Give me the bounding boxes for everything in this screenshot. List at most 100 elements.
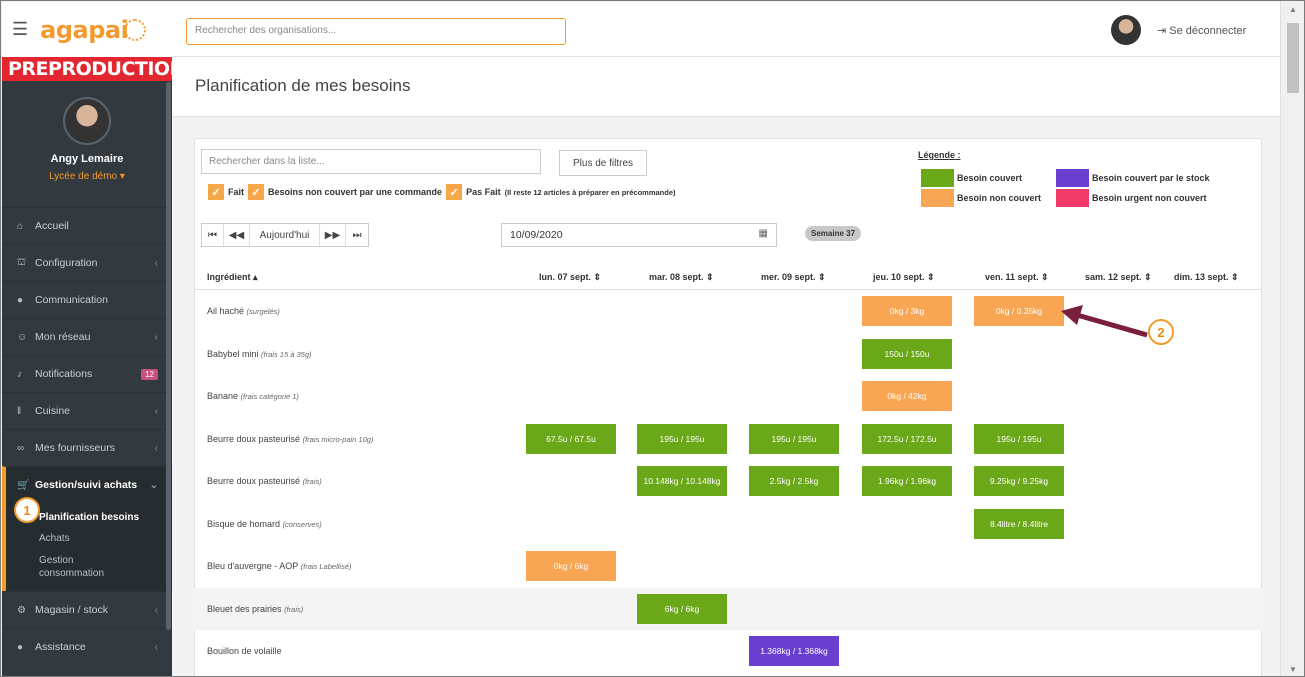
need-cell[interactable]: 0kg / 6kg [526, 551, 616, 581]
sidebar-item-bell[interactable]: ♪ Notifications 12 [2, 355, 172, 392]
sidebar-item-cutlery[interactable]: ‖ Cuisine ‹ [2, 392, 172, 429]
ingredient-name: Beurre doux pasteurisé (frais) [207, 476, 322, 486]
brand-bar: ☰ agapai [2, 2, 172, 57]
sidebar-subitem-achats[interactable]: Achats [6, 528, 172, 549]
scroll-up-icon[interactable]: ▲ [1289, 5, 1297, 14]
chevron-left-icon: ‹ [154, 604, 158, 616]
user-profile: Angy Lemaire Lycée de démo ▾ [2, 81, 172, 207]
column-header-day[interactable]: lun. 07 sept. ⇕ [539, 272, 601, 283]
hamburger-menu-icon[interactable]: ☰ [12, 19, 28, 40]
top-bar: Rechercher des organisations... ⇥ Se déc… [172, 2, 1280, 57]
ingredient-name: Beurre doux pasteurisé (frais micro-pain… [207, 433, 374, 444]
legend-swatch [921, 169, 954, 187]
sidebar-item-bottom[interactable]: ⚙ Magasin / stock ‹ [2, 591, 172, 628]
date-value: 10/09/2020 [510, 229, 563, 241]
need-cell[interactable]: 0kg / 0.35kg [974, 296, 1064, 326]
date-picker-input[interactable]: 10/09/2020 ▦ [501, 223, 777, 247]
checkbox-pas-fait[interactable]: ✓ [446, 184, 463, 200]
app-window: ☰ agapai PREPRODUCTION Angy Lemaire Lycé… [0, 0, 1305, 677]
need-cell[interactable]: 195u / 195u [749, 423, 839, 454]
sidebar-item-label: Configuration [35, 257, 98, 269]
chevron-down-icon: ⌄ [149, 479, 158, 491]
need-cell[interactable]: 150u / 150u [862, 338, 952, 369]
column-header-ingredient[interactable]: Ingrédient ▴ [207, 272, 258, 283]
sidebar-item-handshake[interactable]: ∞ Mes fournisseurs ‹ [2, 429, 172, 466]
app-logo[interactable]: agapai [40, 16, 129, 44]
checkbox-fait[interactable]: ✓ [208, 184, 224, 200]
sidebar-item-label: Mes fournisseurs [35, 442, 115, 454]
chat-icon: ● [17, 294, 24, 306]
sidebar-item-label: Mon réseau [35, 331, 91, 343]
table-row: Bouillon de volaille 1.368kg / 1.368kg [194, 630, 1262, 672]
column-header-day[interactable]: sam. 12 sept. ⇕ [1085, 272, 1152, 283]
scroll-down-icon[interactable]: ▼ [1289, 665, 1297, 674]
page-scrollbar[interactable]: ▲ ▼ [1280, 1, 1304, 676]
sidebar-item-label: Communication [35, 294, 108, 306]
bank-icon: ⛫ [17, 256, 27, 268]
previous-week-button[interactable]: ◀◀ [224, 224, 250, 246]
chevron-left-icon: ‹ [154, 257, 158, 269]
filter-label: Besoins non couvert par une commande [268, 187, 443, 197]
column-header-day[interactable]: dim. 13 sept. ⇕ [1174, 272, 1239, 283]
column-header-day[interactable]: mar. 08 sept. ⇕ [649, 272, 714, 283]
avatar [63, 97, 111, 145]
organisation-search-input[interactable]: Rechercher des organisations... [186, 18, 566, 45]
calendar-icon[interactable]: ▦ [759, 228, 768, 239]
next-week-button[interactable]: ▶▶ [320, 224, 346, 246]
last-week-button[interactable]: ⏭ [346, 224, 368, 246]
column-header-day[interactable]: jeu. 10 sept. ⇕ [873, 272, 935, 283]
ingredient-name: Ail haché (surgelés) [207, 306, 280, 316]
bell-icon: ♪ [17, 368, 22, 380]
scrollbar-thumb[interactable] [1287, 23, 1299, 93]
need-cell[interactable]: 9.25kg / 9.25kg [974, 466, 1064, 496]
date-navigation: ⏮ ◀◀ Aujourd'hui ▶▶ ⏭ [201, 223, 369, 247]
table-row: Beurre doux pasteurisé (frais) 10.148kg /… [194, 460, 1262, 502]
avatar[interactable] [1111, 15, 1141, 45]
more-filters-button[interactable]: Plus de filtres [559, 150, 647, 176]
need-cell[interactable]: 1.368kg / 1.368kg [749, 636, 839, 666]
column-header-day[interactable]: mer. 09 sept. ⇕ [761, 272, 826, 283]
ingredient-name: Bleu d'auvergne - AOP (frais Labellisé) [207, 561, 352, 571]
need-cell[interactable]: 172.5u / 172.5u [862, 423, 952, 454]
legend-item: Besoin couvert [921, 169, 1022, 187]
need-cell[interactable]: 195u / 195u [974, 423, 1064, 454]
logout-icon: ⇥ [1157, 25, 1167, 37]
legend-label: Besoin urgent non couvert [1092, 193, 1207, 203]
need-cell[interactable]: 67.5u / 67.5u [526, 423, 616, 454]
sidebar-item-chat[interactable]: ● Communication [2, 281, 172, 318]
legend-item: Besoin couvert par le stock [1056, 169, 1210, 187]
sidebar-item-home[interactable]: ⌂ Accueil [2, 207, 172, 244]
table-row: Bleu d'auvergne - AOP (frais Labellisé) 0… [194, 545, 1262, 587]
need-cell[interactable]: 10.148kg / 10.148kg [637, 466, 727, 496]
chevron-left-icon: ‹ [154, 331, 158, 343]
need-cell[interactable]: 0kg / 42kg [862, 381, 952, 411]
need-cell[interactable]: 0kg / 3kg [862, 296, 952, 326]
sidebar-item-bottom[interactable]: ● Assistance ‹ [2, 628, 172, 665]
step-1-marker: 1 [14, 497, 40, 523]
need-cell[interactable]: 6kg / 6kg [637, 593, 727, 624]
sidebar-item-label: Accueil [35, 220, 69, 232]
today-button[interactable]: Aujourd'hui [250, 224, 320, 246]
column-header-day[interactable]: ven. 11 sept. ⇕ [985, 272, 1049, 283]
sidebar-scrollbar[interactable] [166, 82, 171, 630]
legend-swatch [1056, 189, 1089, 207]
legend-swatch [921, 189, 954, 207]
logout-button[interactable]: ⇥ Se déconnecter [1157, 24, 1246, 37]
menu-icon: ● [17, 641, 24, 653]
sidebar-item-users[interactable]: ☺ Mon réseau ‹ [2, 318, 172, 355]
checkbox-besoins-non-couvert[interactable]: ✓ [248, 184, 265, 200]
legend-swatch [1056, 169, 1089, 187]
need-cell[interactable]: 2.5kg / 2.5kg [749, 466, 839, 496]
sidebar-subitem-consommation[interactable]: Gestion consommation [6, 549, 116, 585]
logo-dots-icon [124, 18, 147, 41]
school-selector[interactable]: Lycée de démo ▾ [2, 171, 172, 182]
need-cell[interactable]: 8.4litre / 8.4litre [974, 508, 1064, 539]
need-cell[interactable]: 1.96kg / 1.96kg [862, 466, 952, 496]
legend-item: Besoin urgent non couvert [1056, 189, 1207, 207]
first-week-button[interactable]: ⏮ [202, 224, 224, 246]
need-cell[interactable]: 195u / 195u [637, 423, 727, 454]
list-search-input[interactable]: Rechercher dans la liste... [201, 149, 541, 174]
sidebar-item-bank[interactable]: ⛫ Configuration ‹ [2, 244, 172, 281]
legend-label: Besoin couvert [957, 173, 1023, 183]
chevron-left-icon: ‹ [154, 405, 158, 417]
